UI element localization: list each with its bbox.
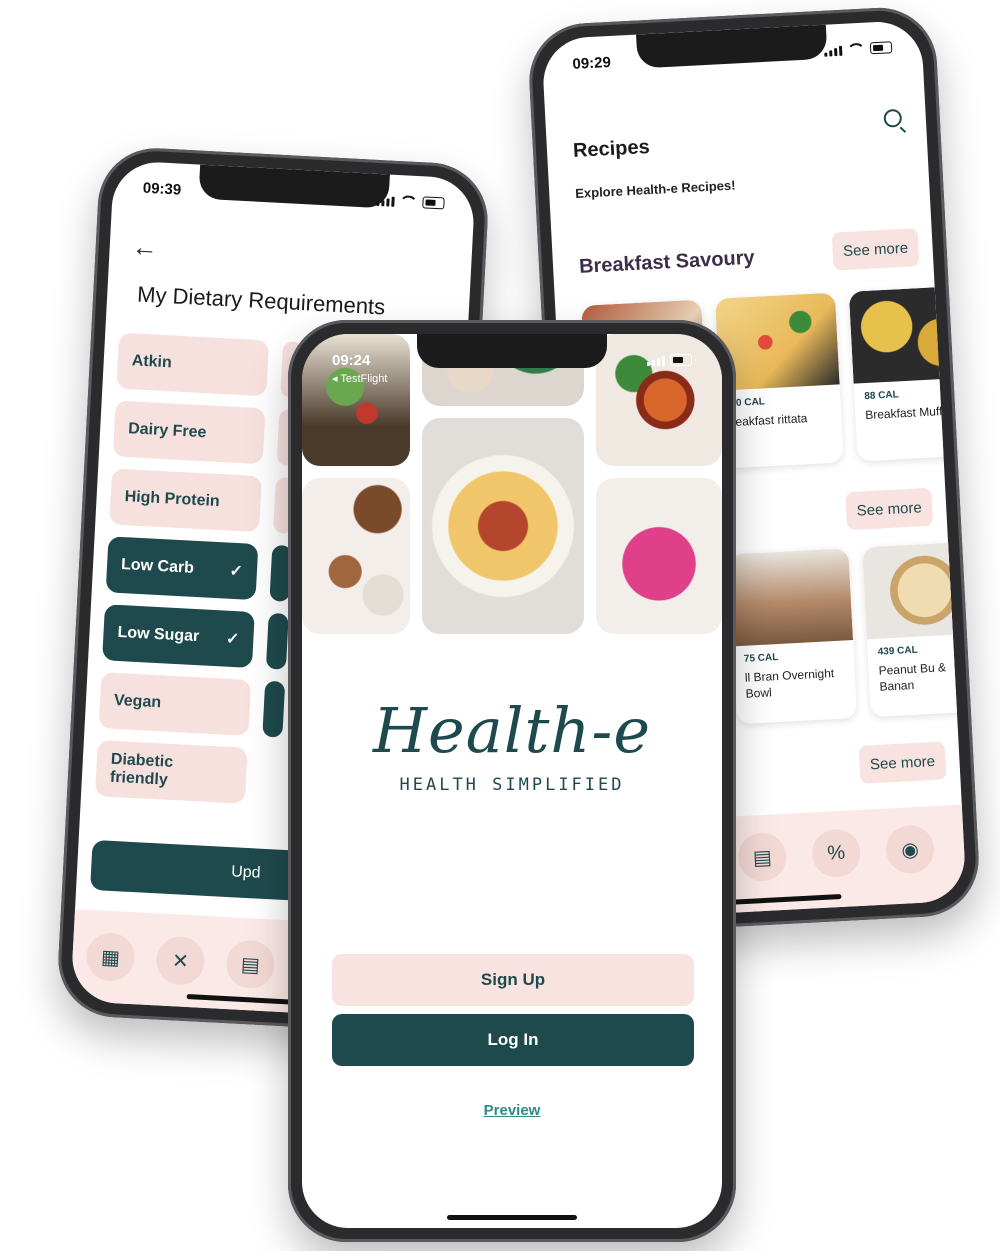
wifi-icon xyxy=(399,195,418,209)
welcome-screen: 09:24 ◂ TestFlight Health-e HEALTH SIMPL… xyxy=(302,334,722,1228)
recipe-card[interactable]: 439 CAL Peanut Bu & Banan xyxy=(862,541,967,718)
signal-icon xyxy=(824,44,843,57)
food-photo xyxy=(302,478,410,634)
signal-icon xyxy=(376,194,395,207)
center-phone: 09:24 ◂ TestFlight Health-e HEALTH SIMPL… xyxy=(288,320,736,1242)
status-time: 09:39 xyxy=(142,179,182,199)
food-photo xyxy=(422,418,584,634)
app-tagline: HEALTH SIMPLIFIED xyxy=(399,775,625,795)
status-bar: 09:24 xyxy=(332,350,692,370)
log-in-button[interactable]: Log In xyxy=(332,1014,694,1066)
discount-icon[interactable]: % xyxy=(810,828,862,879)
home-indicator xyxy=(447,1215,577,1220)
diet-option-label: Dairy Free xyxy=(127,420,207,442)
battery-icon xyxy=(422,196,445,210)
see-more-button[interactable]: See more xyxy=(845,487,934,531)
recipe-image xyxy=(848,285,967,384)
system-icons xyxy=(824,41,893,57)
wifi-icon xyxy=(846,42,866,56)
diet-option-high-protein[interactable]: High Protein xyxy=(109,468,262,533)
check-icon: ✓ xyxy=(229,562,244,581)
profile-icon[interactable]: ◉ xyxy=(884,824,936,875)
status-time: 09:29 xyxy=(572,53,612,73)
testflight-label[interactable]: ◂ TestFlight xyxy=(332,372,387,385)
diet-option-low-sugar[interactable]: Low Sugar ✓ xyxy=(102,604,255,669)
dashboard-icon[interactable]: ▦ xyxy=(85,931,136,983)
recipe-image xyxy=(862,541,967,640)
back-arrow-icon[interactable]: ← xyxy=(131,231,159,263)
diet-option-label: Atkin xyxy=(131,352,173,372)
dietary-options-list: Atkin Dairy Free High Protein Low Carb ✓ … xyxy=(94,332,270,816)
check-icon: ✓ xyxy=(225,630,240,649)
page-subtitle: Explore Health-e Recipes! xyxy=(574,177,736,201)
page-title: My Dietary Requirements xyxy=(136,281,386,320)
diet-option-dairy-free[interactable]: Dairy Free xyxy=(112,400,266,465)
search-icon[interactable] xyxy=(883,108,903,128)
recipe-name: Peanut Bu & Banan xyxy=(878,660,947,694)
system-icons xyxy=(647,354,692,366)
diet-option-label: High Protein xyxy=(124,488,221,511)
diet-option-vegan[interactable]: Vegan xyxy=(98,672,252,736)
diet-option-label: Diabetic friendly xyxy=(109,750,174,789)
calendar-icon[interactable]: ▤ xyxy=(737,831,788,883)
see-more-button[interactable]: See more xyxy=(831,228,920,271)
see-more-button[interactable]: See more xyxy=(858,741,947,784)
recipe-card[interactable]: 75 CAL ll Bran Overnight Bowl xyxy=(728,548,858,725)
calendar-icon[interactable]: ▤ xyxy=(225,939,276,990)
app-logo: Health-e xyxy=(372,694,652,767)
preview-link[interactable]: Preview xyxy=(302,1102,722,1119)
page-title: Recipes xyxy=(572,136,651,163)
recipe-image xyxy=(728,548,854,647)
system-icons xyxy=(376,194,445,210)
recipe-row: 75 CAL ll Bran Overnight Bowl 439 CAL Pe… xyxy=(728,541,967,725)
battery-icon xyxy=(670,354,692,366)
diet-option-partial[interactable] xyxy=(262,680,286,738)
recipe-card[interactable]: 88 CAL Breakfast Muffins xyxy=(848,285,967,462)
status-time: 09:24 xyxy=(332,351,371,369)
diet-option-low-carb[interactable]: Low Carb ✓ xyxy=(105,536,259,601)
diet-option-diabetic-friendly[interactable]: Diabetic friendly xyxy=(94,740,248,804)
signal-icon xyxy=(647,355,665,366)
utensils-icon[interactable]: ✕ xyxy=(155,935,206,986)
sign-up-button[interactable]: Sign Up xyxy=(332,954,694,1006)
section-title: Breakfast Savoury xyxy=(578,246,756,278)
diet-option-atkin[interactable]: Atkin xyxy=(116,332,270,397)
food-photo xyxy=(596,478,722,634)
brand-block: Health-e HEALTH SIMPLIFIED xyxy=(302,694,722,795)
recipe-name: ll Bran Overnight Bowl xyxy=(744,666,835,701)
diet-option-partial[interactable] xyxy=(265,612,289,670)
battery-icon xyxy=(869,41,893,55)
diet-option-label: Low Sugar xyxy=(117,623,200,646)
diet-option-label: Low Carb xyxy=(120,556,195,577)
diet-option-label: Vegan xyxy=(113,691,162,712)
